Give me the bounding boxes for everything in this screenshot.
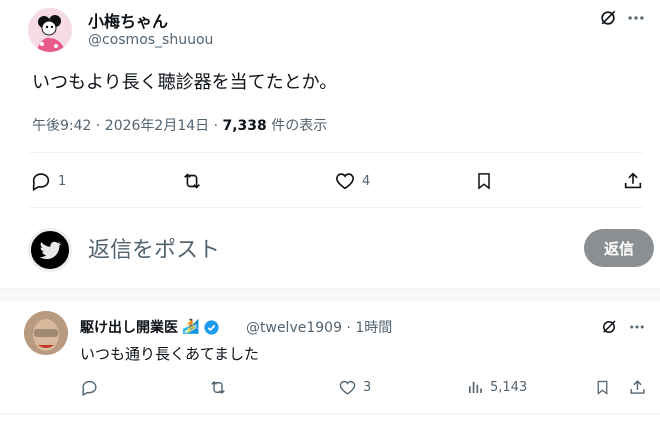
reply-icon [80,378,99,397]
views-count: 7,338 [222,118,267,134]
reply-count: 1 [58,173,67,189]
reply-views-count: 5,143 [490,379,528,395]
bird-icon [39,241,62,260]
reply-reply-button[interactable] [80,378,99,397]
divider [28,207,644,208]
divider [0,413,660,414]
reply-tweet[interactable]: 駆け出し開業医 🏄 @twelve1909 · 1時間 いつも通り長くあてました… [0,301,660,430]
repost-icon [180,170,204,192]
more-icon[interactable] [626,316,648,338]
more-icon[interactable] [624,6,648,30]
handle[interactable]: @cosmos_shuuou [88,32,213,48]
reply-input[interactable]: 返信をポスト [88,232,220,264]
like-count: 4 [362,173,371,189]
reply-handle-time[interactable]: @twelve1909 · 1時間 [246,317,392,337]
reply-repost-button[interactable] [208,378,228,397]
bookmark-button[interactable] [474,170,494,192]
reply-display-name[interactable]: 駆け出し開業医 🏄 [80,317,220,337]
avatar[interactable] [28,8,72,52]
like-button[interactable]: 4 [334,170,370,192]
repost-icon [208,378,228,397]
heart-icon [334,170,356,192]
tweet-meta: 午後9:42 · 2026年2月14日 · 7,338 件の表示 [32,115,327,135]
reply-avatar[interactable] [24,311,68,355]
reply-like-count: 3 [363,380,372,395]
repost-button[interactable] [180,170,204,192]
timestamp[interactable]: 午後9:42 · 2026年2月14日 · [32,118,223,134]
tweet-text: いつもより長く聴診器を当てたとか。 [32,72,338,93]
display-name[interactable]: 小梅ちゃん [88,8,168,32]
reply-share-button[interactable] [628,378,647,397]
bookmark-icon [594,378,611,397]
share-icon [622,170,644,192]
reply-icon [30,170,52,192]
reply-button[interactable]: 1 [30,170,66,192]
share-button[interactable] [622,170,644,192]
reply-views[interactable]: 5,143 [466,378,527,396]
my-avatar [28,228,72,272]
divider [28,152,644,153]
verified-icon [203,319,220,336]
reply-text: いつも通り長くあてました [80,345,259,363]
main-tweet: 小梅ちゃん @cosmos_shuuou いつもより長く聴診器を当てたとか。 午… [8,0,660,288]
views-label: 件の表示 [266,118,328,134]
reply-like-button[interactable]: 3 [338,378,371,397]
reply-bookmark-button[interactable] [594,378,611,397]
bookmark-icon [474,170,494,192]
section-separator [0,288,660,302]
surf-emoji: 🏄 [182,319,200,335]
analytics-icon [466,378,484,396]
heart-icon [338,378,357,397]
reply-submit-button[interactable]: 返信 [584,229,654,267]
share-icon [628,378,647,397]
reply-name-text: 駆け出し開業医 [80,320,178,336]
grok-icon[interactable] [598,316,620,338]
grok-icon[interactable] [596,6,620,30]
